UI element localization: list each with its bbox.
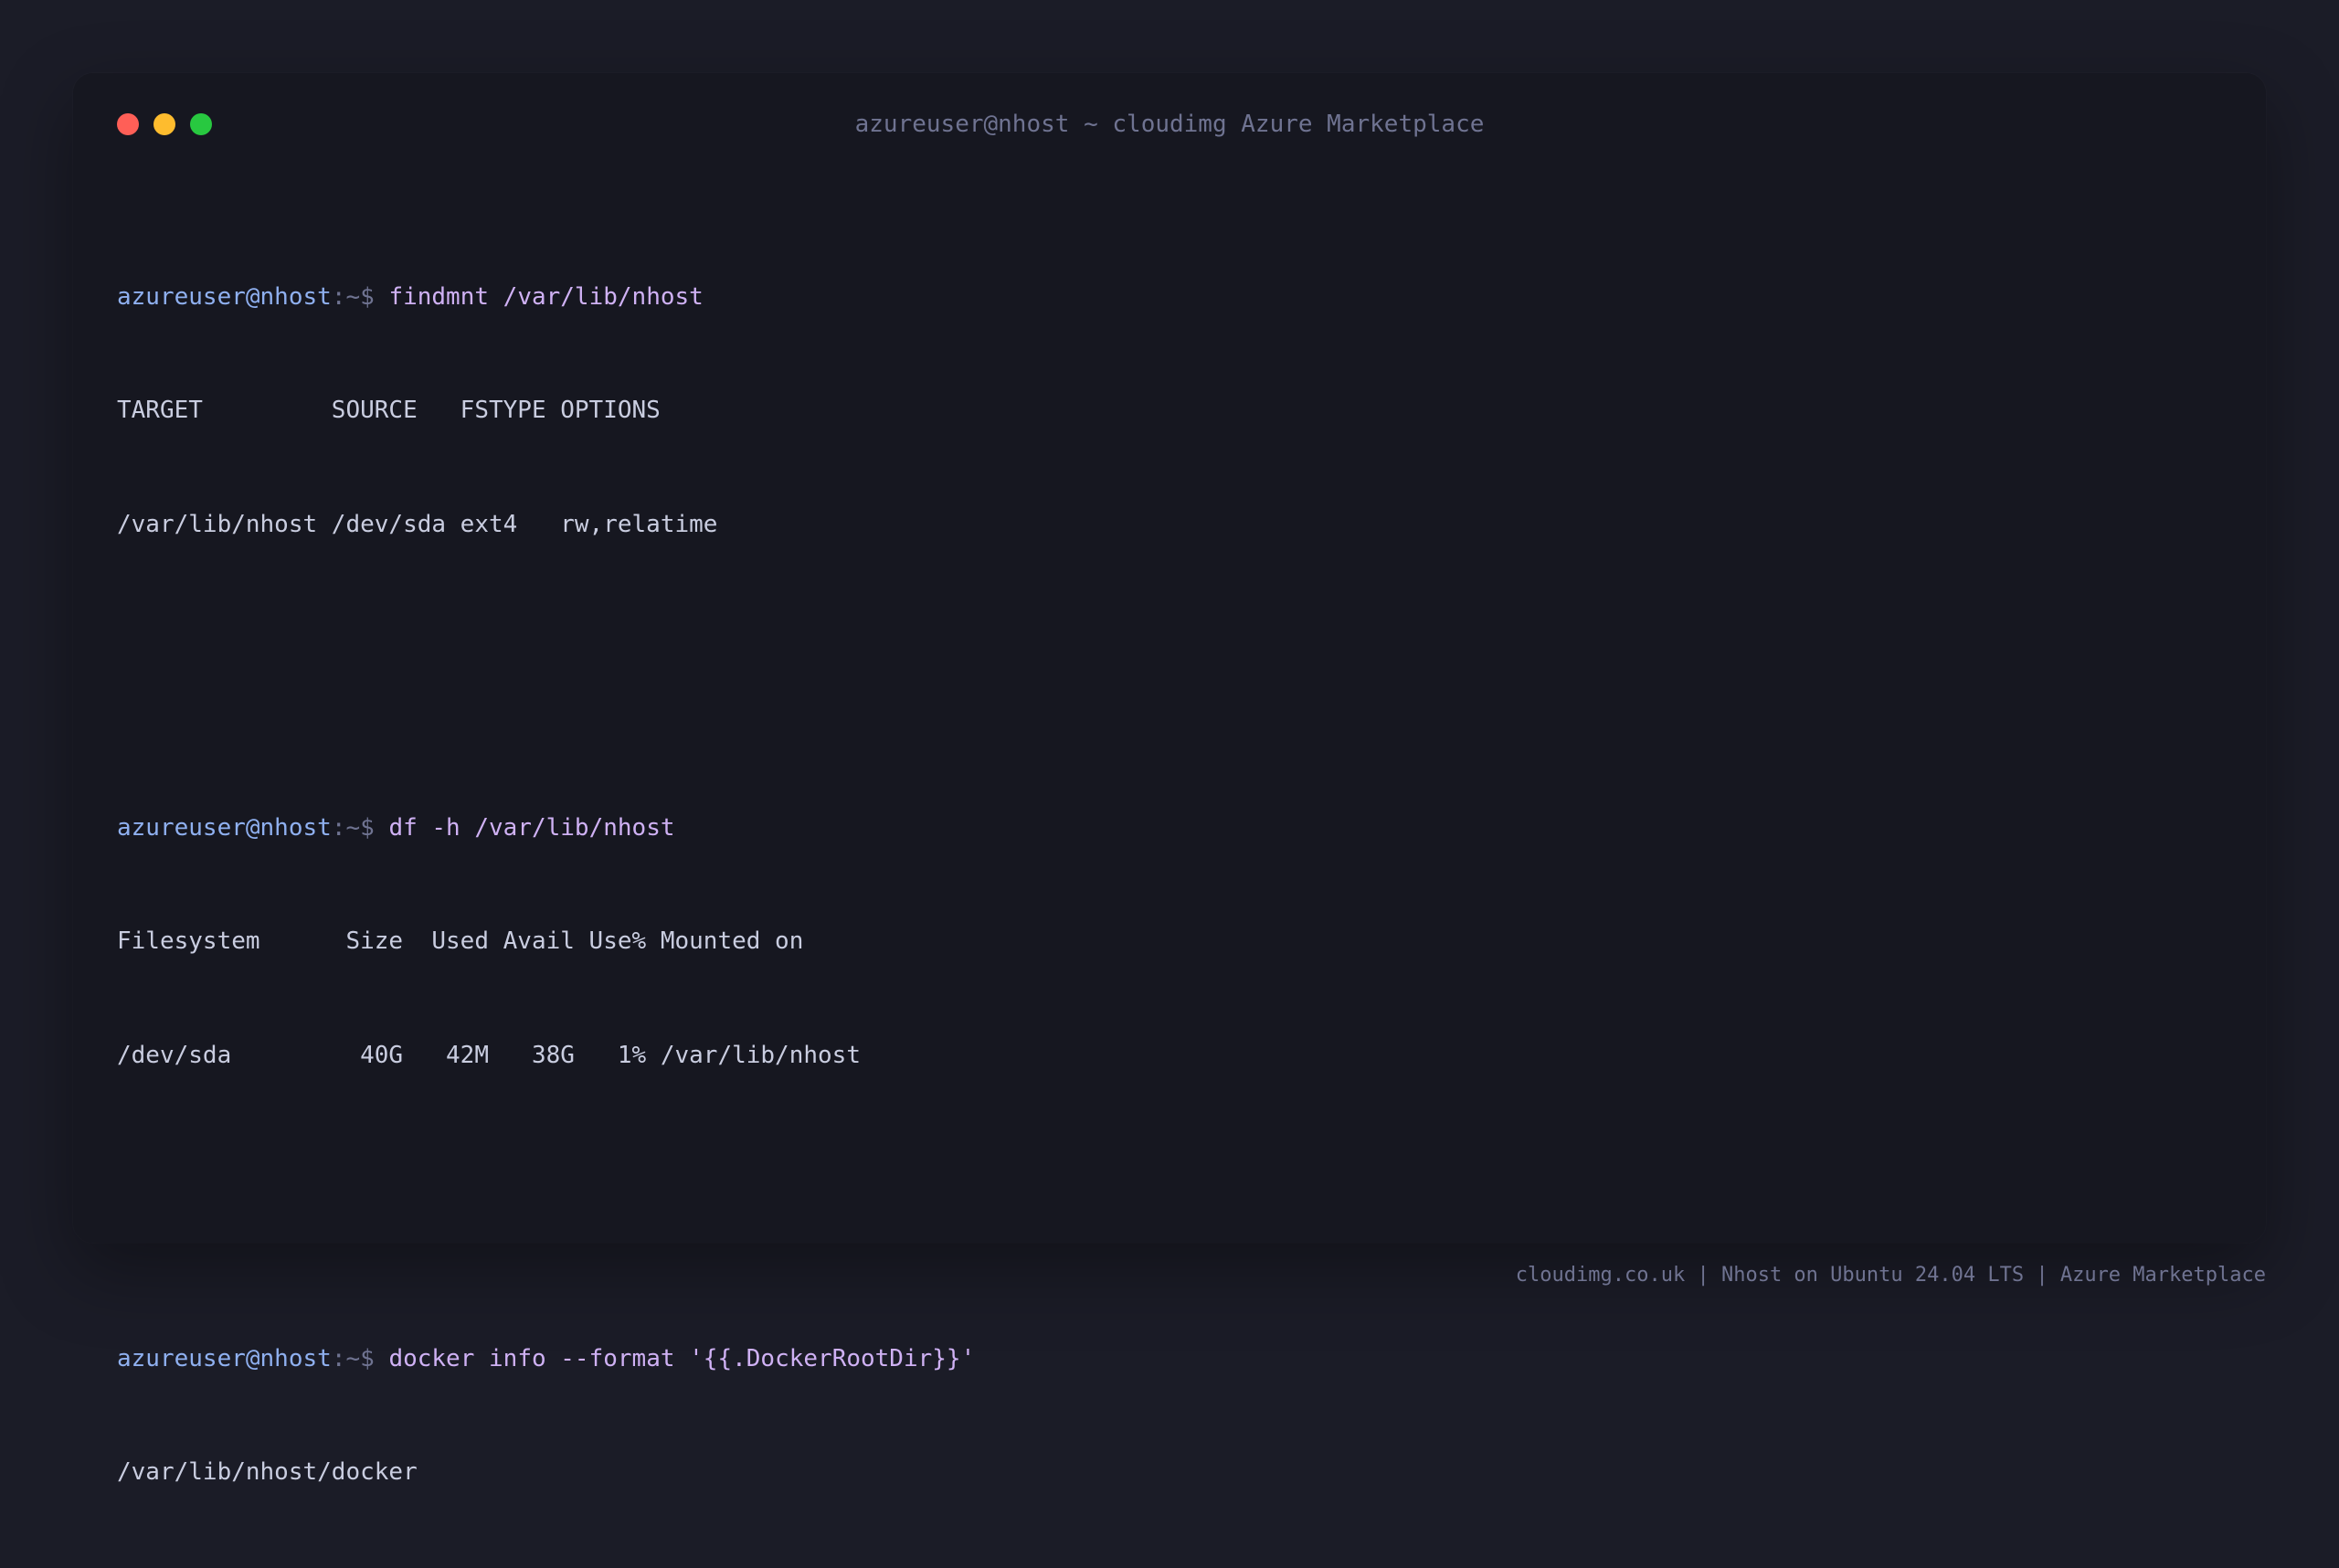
command-line: azureuser@nhost:~$ df -h /var/lib/nhost — [117, 810, 2222, 848]
command-text: findmnt /var/lib/nhost — [388, 282, 704, 311]
prompt-path: :~$ — [331, 813, 375, 842]
command-line: azureuser@nhost:~$ docker info --format … — [117, 1340, 2222, 1379]
output-line: TARGET SOURCE FSTYPE OPTIONS — [117, 397, 661, 424]
command-text: docker info --format '{{.DockerRootDir}}… — [388, 1344, 976, 1372]
prompt-user-host: azureuser@nhost — [117, 813, 332, 842]
prompt-user-host: azureuser@nhost — [117, 282, 332, 311]
prompt-path: :~$ — [331, 1344, 375, 1372]
command-line: azureuser@nhost:~$ findmnt /var/lib/nhos… — [117, 279, 2222, 317]
output-line: /var/lib/nhost/docker — [117, 1458, 418, 1486]
output-line: /dev/sda 40G 42M 38G 1% /var/lib/nhost — [117, 1041, 861, 1069]
footer-caption: cloudimg.co.uk | Nhost on Ubuntu 24.04 L… — [1515, 1264, 2266, 1287]
output-line: /var/lib/nhost /dev/sda ext4 rw,relatime — [117, 510, 718, 538]
terminal-window: azureuser@nhost ~ cloudimg Azure Marketp… — [73, 73, 2266, 1486]
window-title: azureuser@nhost ~ cloudimg Azure Marketp… — [854, 111, 1485, 138]
terminal-output[interactable]: azureuser@nhost:~$ findmnt /var/lib/nhos… — [117, 164, 2222, 1568]
prompt-path: :~$ — [331, 282, 375, 311]
command-text: df -h /var/lib/nhost — [388, 813, 675, 842]
title-bar: azureuser@nhost ~ cloudimg Azure Marketp… — [73, 73, 2266, 174]
output-line: Filesystem Size Used Avail Use% Mounted … — [117, 927, 804, 955]
prompt-user-host: azureuser@nhost — [117, 1344, 332, 1372]
